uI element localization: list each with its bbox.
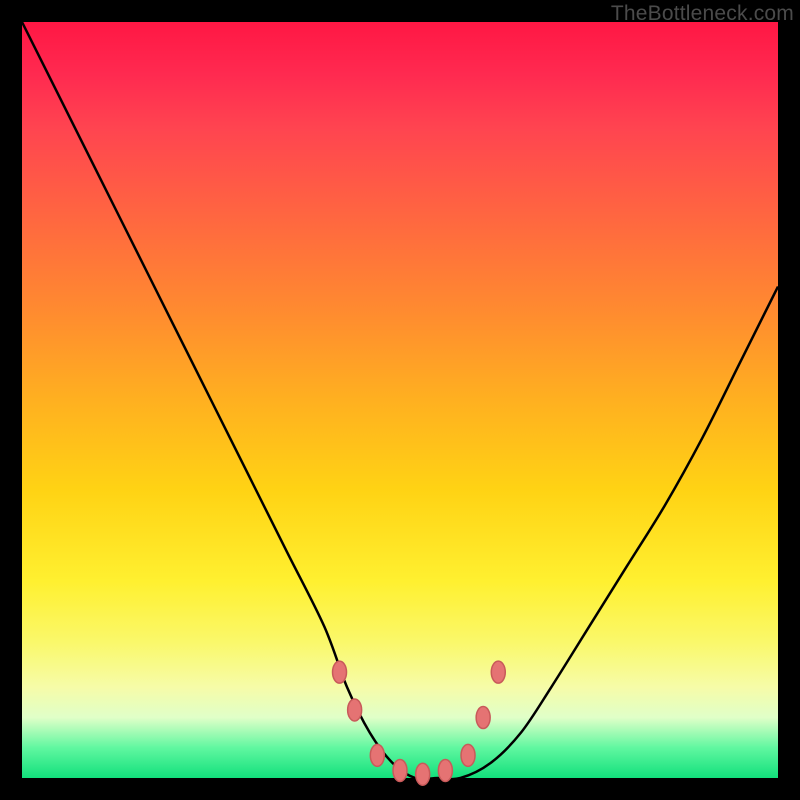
curve-marker [348,699,362,721]
curve-marker [333,661,347,683]
curve-marker [393,759,407,781]
curve-marker [416,763,430,785]
plot-area [22,22,778,778]
curve-marker [370,744,384,766]
bottleneck-curve-path [22,22,778,779]
curve-marker [461,744,475,766]
chart-frame: TheBottleneck.com [0,0,800,800]
bottleneck-curve-svg [22,22,778,778]
curve-marker [491,661,505,683]
curve-markers-group [333,661,506,785]
curve-marker [476,707,490,729]
curve-marker [438,759,452,781]
